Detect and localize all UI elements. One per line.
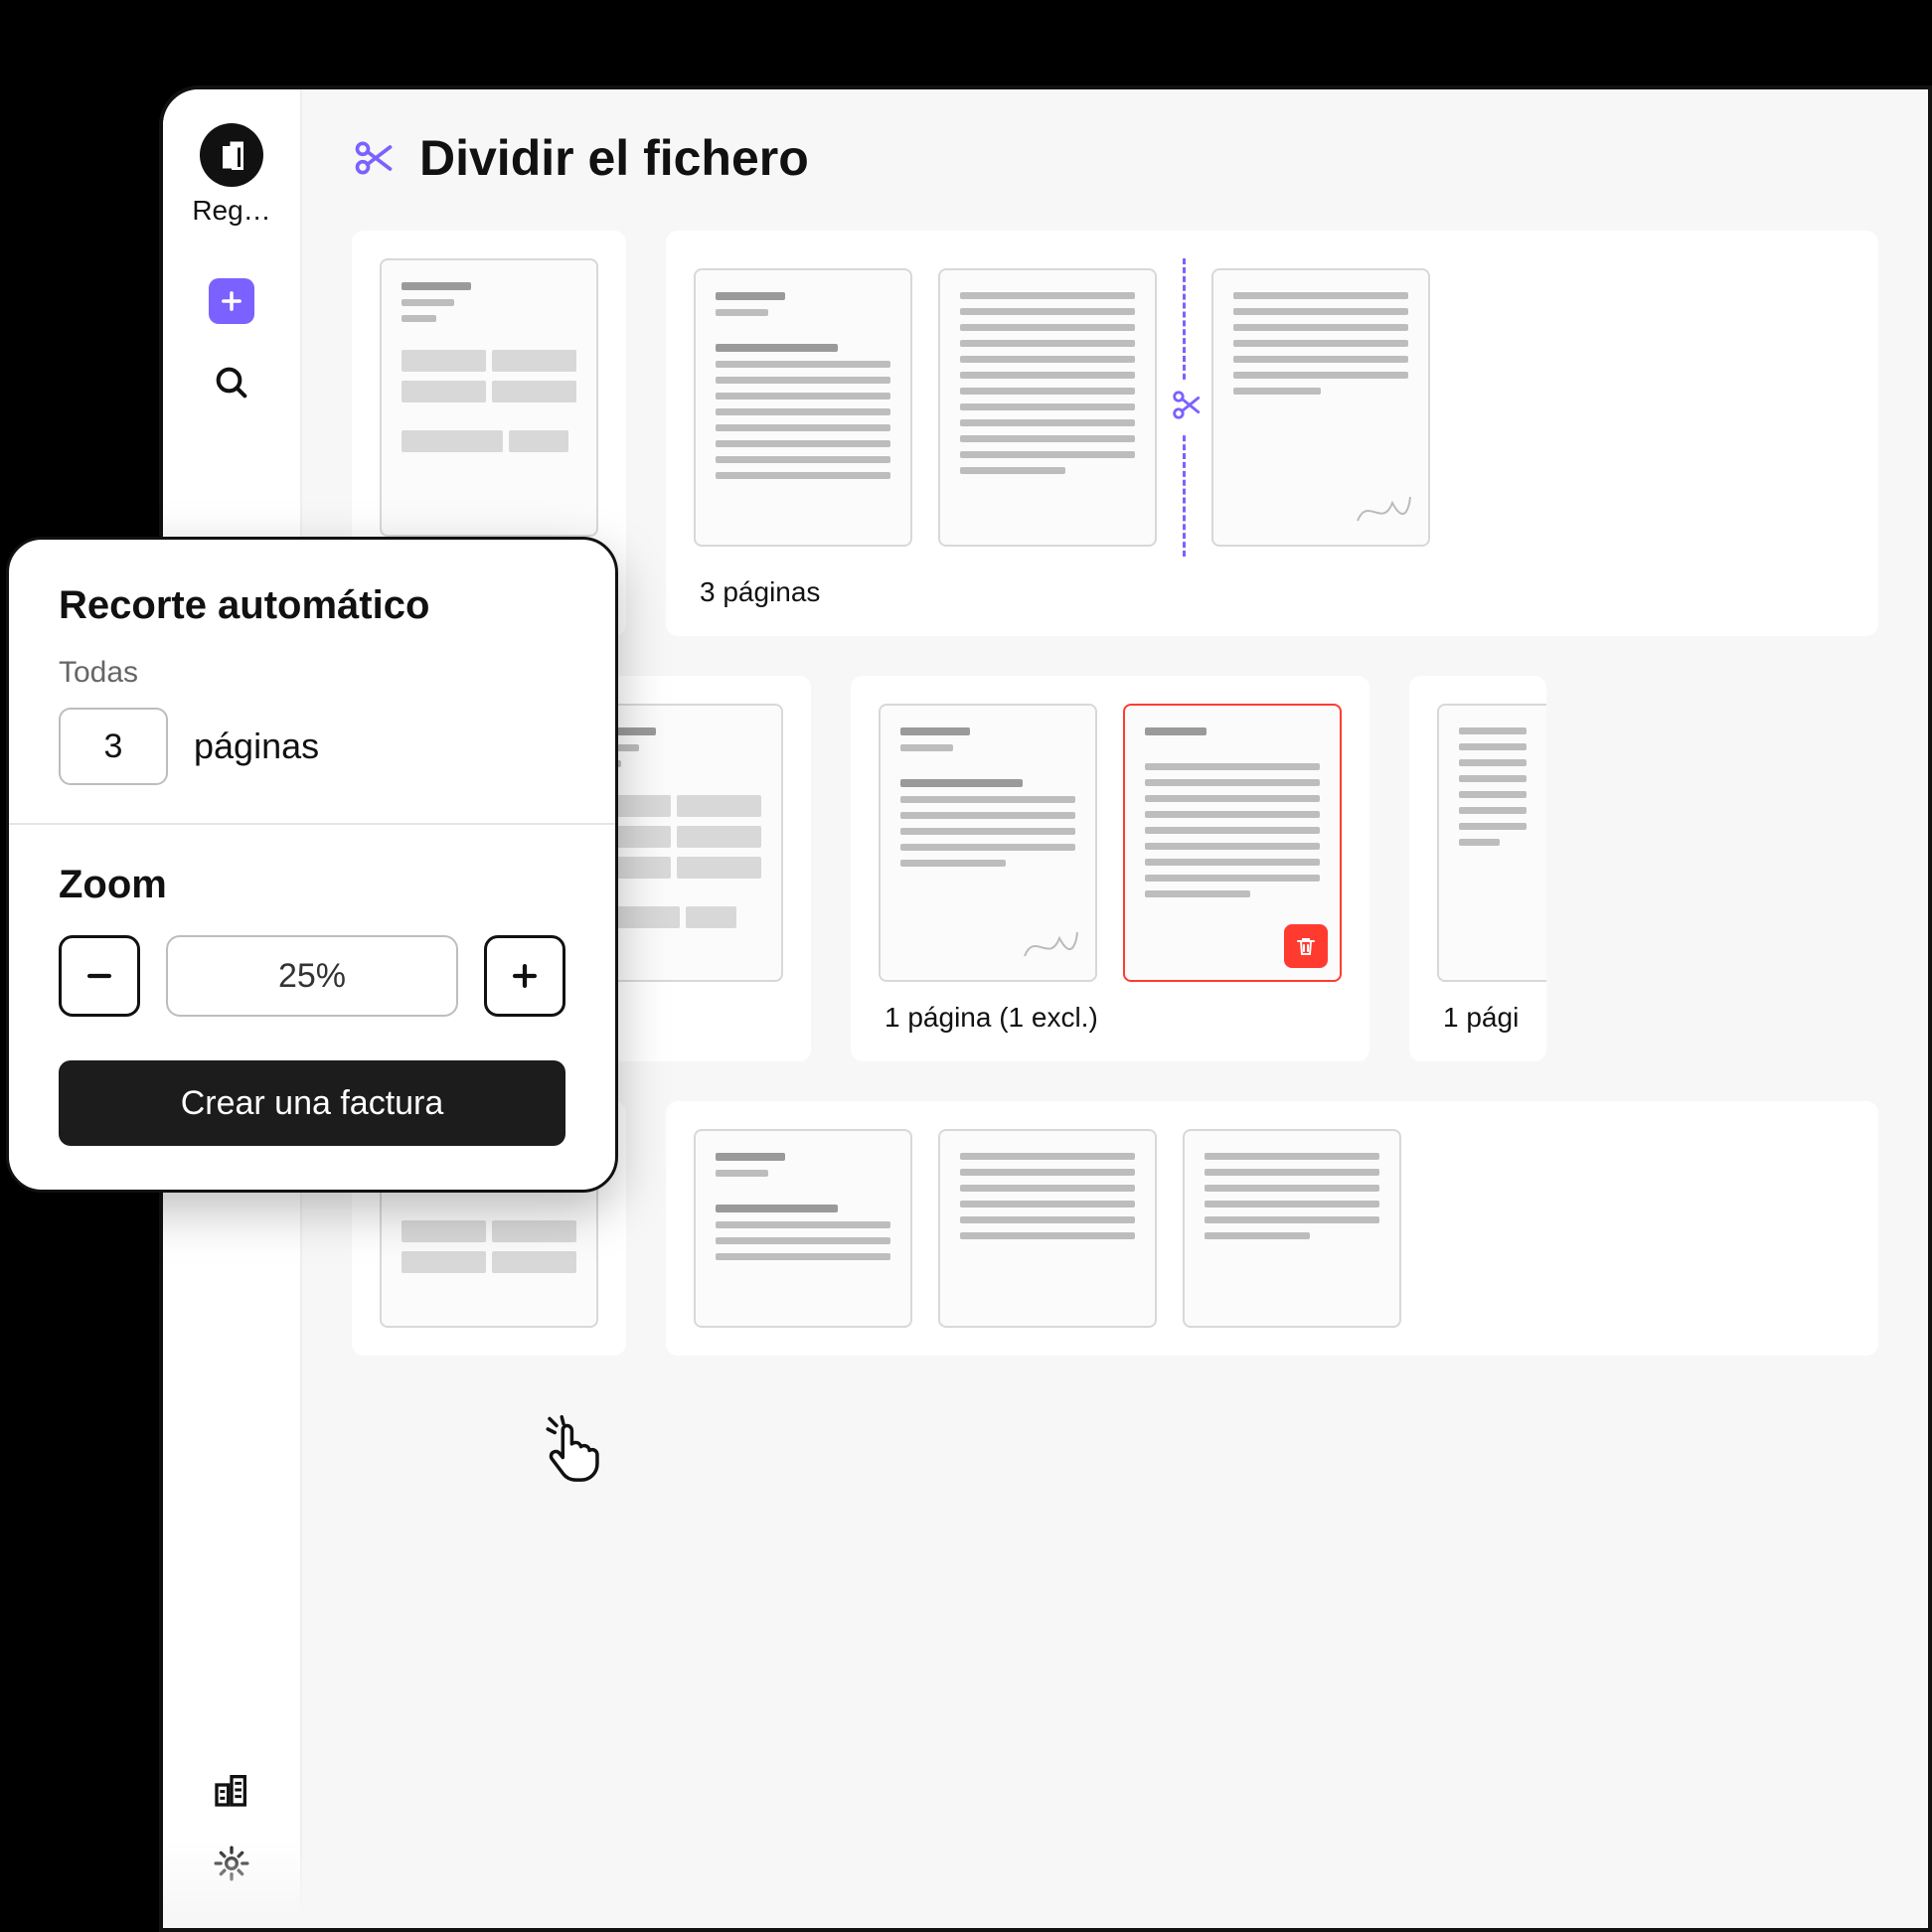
group-caption: 3 páginas [700, 576, 1851, 608]
page-thumb[interactable] [1183, 1129, 1401, 1328]
page-title-row: Dividir el fichero [352, 129, 1878, 187]
group-r2-b[interactable]: 1 página (1 excl.) [851, 676, 1369, 1061]
page-thumb[interactable] [694, 268, 912, 547]
pages-input[interactable] [59, 708, 168, 785]
plus-icon [218, 287, 245, 315]
plus-icon [508, 959, 542, 993]
create-invoice-button[interactable]: Crear una factura [59, 1060, 565, 1146]
delete-page-button[interactable] [1284, 924, 1328, 968]
search-button[interactable] [207, 358, 256, 407]
autocut-popover: Recorte automático Todas páginas Zoom 25… [6, 537, 618, 1193]
group-r3-b[interactable] [666, 1101, 1878, 1356]
page-thumb[interactable] [380, 258, 598, 537]
page-thumb[interactable] [938, 1129, 1157, 1328]
brand: Reg… [192, 123, 270, 227]
bottom-fade [302, 1839, 1928, 1928]
pages-suffix: páginas [194, 725, 319, 767]
page-title: Dividir el fichero [419, 129, 809, 187]
page-thumb[interactable] [938, 268, 1157, 547]
all-label: Todas [59, 656, 565, 690]
search-icon [212, 363, 251, 402]
scissors-icon [352, 136, 396, 180]
group-r1-b[interactable]: 3 páginas [666, 231, 1878, 636]
zoom-in-button[interactable] [484, 935, 565, 1017]
page-thumb[interactable] [1437, 704, 1546, 982]
company-button[interactable] [207, 1765, 256, 1815]
brand-logo [200, 123, 263, 187]
group-caption: 1 pági [1443, 1002, 1546, 1034]
settings-button[interactable] [207, 1839, 256, 1888]
trash-icon [1294, 934, 1318, 958]
minus-icon [82, 959, 116, 993]
brand-label: Reg… [192, 195, 270, 227]
zoom-label: Zoom [59, 863, 565, 907]
page-thumb-excluded[interactable] [1123, 704, 1342, 982]
page-thumb[interactable] [879, 704, 1097, 982]
sidebar-nav-top [207, 278, 256, 407]
zoom-value: 25% [166, 935, 458, 1017]
gear-icon [212, 1844, 251, 1883]
group-r2-c[interactable]: 1 pági [1409, 676, 1546, 1061]
group-caption: 1 página (1 excl.) [885, 1002, 1342, 1034]
popover-title: Recorte automático [59, 583, 565, 628]
scissors-icon [1163, 383, 1208, 433]
page-thumb[interactable] [1211, 268, 1430, 547]
zoom-out-button[interactable] [59, 935, 140, 1017]
signature-icon [1353, 491, 1412, 531]
sidebar-nav-bottom [163, 1765, 300, 1888]
signature-icon [1020, 926, 1079, 966]
split-indicator[interactable] [1183, 258, 1186, 557]
add-button[interactable] [209, 278, 254, 324]
company-icon [212, 1770, 251, 1810]
page-thumb[interactable] [694, 1129, 912, 1328]
divider [9, 823, 615, 825]
